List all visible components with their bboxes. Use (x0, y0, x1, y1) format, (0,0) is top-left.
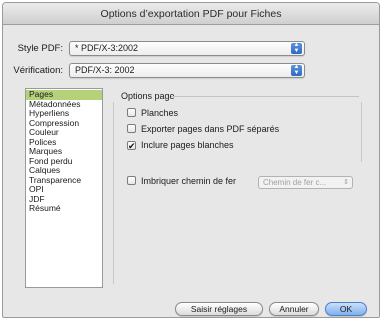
group-divider (361, 102, 362, 162)
dialog-content: Style PDF: * PDF/X-3:2002 ▲ ▼ Vérificatio… (3, 26, 379, 317)
panel-divider (113, 102, 114, 284)
export-dialog: Options d’exportation PDF pour Fiches St… (2, 2, 380, 318)
style-pdf-row: Style PDF: * PDF/X-3:2002 ▲ ▼ (3, 40, 379, 58)
options-page-panel: Options page Planches Exporter pages dan… (109, 88, 371, 288)
options-page-title: Options page (121, 91, 175, 101)
category-list: Pages Métadonnées Hyperliens Compression… (25, 88, 103, 288)
inclure-checkbox[interactable]: ✔ (127, 141, 136, 151)
exporter-checkbox[interactable] (127, 124, 136, 133)
verification-value: PDF/X-3: 2002 (75, 65, 135, 75)
imbriquer-option[interactable]: Imbriquer chemin de fer (127, 176, 236, 186)
checkmark-icon: ✔ (128, 141, 136, 151)
planches-label: Planches (141, 108, 179, 118)
verification-label: Vérification: (13, 65, 63, 76)
inclure-label: Inclure pages blanches (141, 140, 234, 150)
verification-select[interactable]: PDF/X-3: 2002 ▲ ▼ (69, 63, 305, 78)
style-pdf-select[interactable]: * PDF/X-3:2002 ▲ ▼ (69, 41, 305, 56)
planches-option[interactable]: Planches (127, 108, 178, 118)
planches-checkbox[interactable] (127, 108, 136, 117)
saisir-reglages-button[interactable]: Saisir réglages (175, 302, 263, 316)
chevron-updown-icon: ▲ ▼ (291, 64, 302, 76)
chemin-de-fer-select: Chemin de fer c... ⇕ (258, 176, 353, 189)
verification-row: Vérification: PDF/X-3: 2002 ▲ ▼ (3, 62, 379, 80)
chevron-updown-icon: ▲ ▼ (291, 42, 302, 54)
button-bar: Saisir réglages Annuler OK (3, 302, 379, 317)
imbriquer-label: Imbriquer chemin de fer (141, 176, 237, 186)
group-separator (171, 96, 359, 97)
exporter-option[interactable]: Exporter pages dans PDF séparés (127, 124, 279, 134)
window-title: Options d’exportation PDF pour Fiches (3, 3, 379, 25)
chemin-de-fer-value: Chemin de fer c... (263, 178, 327, 187)
exporter-label: Exporter pages dans PDF séparés (141, 124, 280, 134)
sidebar-item-resume[interactable]: Résumé (26, 203, 102, 214)
imbriquer-checkbox[interactable] (127, 176, 136, 185)
style-pdf-label: Style PDF: (17, 43, 63, 54)
ok-button[interactable]: OK (325, 302, 367, 316)
inclure-option[interactable]: ✔ Inclure pages blanches (127, 140, 234, 151)
annuler-button[interactable]: Annuler (269, 302, 319, 316)
chevron-updown-icon: ⇕ (343, 179, 349, 186)
style-pdf-value: * PDF/X-3:2002 (75, 43, 139, 53)
